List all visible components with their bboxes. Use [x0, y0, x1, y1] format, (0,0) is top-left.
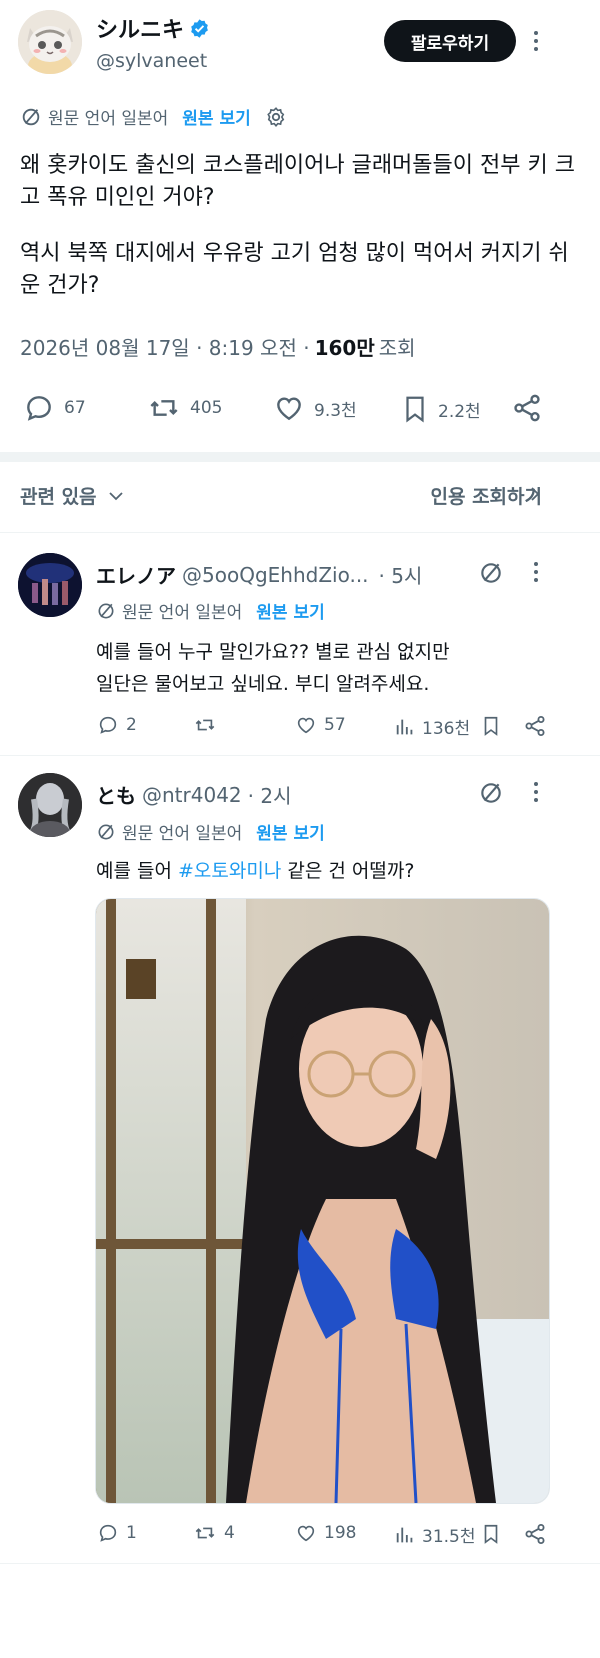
- section-divider: [0, 532, 600, 533]
- post-timestamp[interactable]: 2026년 08월 17일 · 8:19 오전 ·: [20, 332, 310, 361]
- verified-badge-icon: [189, 18, 210, 39]
- reply-icon: [96, 1522, 120, 1544]
- reply-text-line-1: 예를 들어 누구 말인가요?? 별로 관심 없지만: [96, 641, 450, 663]
- view-original-link[interactable]: 원본 보기: [182, 104, 250, 129]
- related-label: 관련 있음: [20, 486, 97, 508]
- repost-button[interactable]: 4: [192, 1522, 235, 1544]
- views-button[interactable]: 31.5천: [394, 1522, 476, 1547]
- reply-divider: [0, 1563, 600, 1564]
- author-name[interactable]: シルニキ: [96, 12, 184, 44]
- reply-text-line-2: 일단은 물어보고 싶네요. 부디 알려주세요.: [96, 673, 430, 695]
- post-paragraph-2: 역시 북쪽 대지에서 우유랑 고기 엄청 많이 먹어서 커지기 쉬운 건가?: [20, 241, 569, 298]
- repost-button[interactable]: 405: [146, 392, 222, 424]
- chevron-down-icon: [107, 487, 125, 505]
- bar-chart-icon: [394, 1524, 416, 1546]
- views-label: 조회: [378, 336, 416, 360]
- more-options-icon[interactable]: [527, 780, 545, 804]
- bookmark-icon[interactable]: [480, 1522, 502, 1546]
- reply-time[interactable]: · 5시: [379, 560, 423, 589]
- reply-count: 2: [126, 715, 137, 735]
- translate-note: 원문 언어 일본어: [122, 824, 243, 844]
- translate-icon[interactable]: [478, 560, 504, 586]
- reply-text-end: 같은 건 어떨까?: [281, 860, 415, 882]
- views-count: 136천: [422, 719, 471, 739]
- bookmark-icon[interactable]: [480, 714, 502, 738]
- bar-chart-icon: [394, 716, 416, 738]
- heart-icon: [294, 714, 318, 736]
- reply-author-handle[interactable]: @ntr4042: [142, 783, 242, 807]
- like-button[interactable]: 9.3천: [272, 392, 357, 424]
- reply-avatar[interactable]: [18, 553, 82, 617]
- reply-author-name[interactable]: とも: [96, 780, 136, 809]
- share-icon[interactable]: [523, 714, 547, 738]
- hashtag-link[interactable]: #오토와미나: [178, 860, 281, 882]
- reply-count: 1: [126, 1523, 137, 1543]
- more-options-icon[interactable]: [527, 28, 545, 54]
- heart-icon: [294, 1522, 318, 1544]
- repost-count: 4: [224, 1523, 235, 1543]
- reply-icon: [22, 392, 56, 424]
- translate-icon[interactable]: [478, 780, 504, 806]
- gear-icon[interactable]: [265, 106, 287, 128]
- bookmark-icon: [400, 392, 430, 426]
- follow-button[interactable]: 팔로우하기: [384, 20, 516, 62]
- reply-time[interactable]: · 2시: [248, 780, 292, 809]
- reply-button[interactable]: 1: [96, 1522, 137, 1544]
- repost-button[interactable]: [192, 714, 218, 736]
- post-text: 왜 홋카이도 출신의 코스플레이어나 글래머돌들이 전부 키 크고 폭유 미인인…: [20, 150, 580, 302]
- author-handle[interactable]: @sylvaneet: [96, 50, 207, 72]
- reply-author-name[interactable]: エレノア: [96, 560, 176, 589]
- reply-text: 예를 들어 #오토와미나 같은 건 어떨까?: [96, 856, 414, 886]
- reply-divider: [0, 755, 600, 756]
- reply-text-start: 예를 들어: [96, 860, 178, 882]
- reply-count: 67: [64, 398, 86, 418]
- reply-icon: [96, 714, 120, 736]
- like-count: 9.3천: [314, 400, 357, 421]
- photo-image: [96, 899, 549, 1503]
- reply-button[interactable]: 67: [22, 392, 86, 424]
- reply-author-handle[interactable]: @5ooQgEhhdZio...: [182, 563, 369, 587]
- bookmark-count: 2.2천: [438, 401, 481, 422]
- view-original-link[interactable]: 원본 보기: [256, 819, 324, 844]
- section-divider: [0, 452, 600, 462]
- concert-avatar-icon: [18, 553, 82, 617]
- chevron-right-icon[interactable]: [526, 484, 544, 504]
- translate-note: 원문 언어 일본어: [122, 603, 243, 623]
- bookmark-button[interactable]: 2.2천: [400, 392, 481, 426]
- translate-icon: [96, 822, 116, 842]
- cat-avatar-icon: [18, 10, 82, 74]
- heart-icon: [272, 392, 306, 424]
- views-count: 31.5천: [422, 1527, 476, 1547]
- reply-text: 예를 들어 누구 말인가요?? 별로 관심 없지만 일단은 물어보고 싶네요. …: [96, 636, 576, 700]
- more-options-icon[interactable]: [527, 560, 545, 584]
- share-icon[interactable]: [523, 1522, 547, 1546]
- repost-icon: [192, 714, 218, 736]
- like-count: 57: [324, 715, 346, 735]
- like-count: 198: [324, 1523, 357, 1543]
- like-button[interactable]: 198: [294, 1522, 356, 1544]
- figure-avatar-icon: [18, 773, 82, 837]
- reply-button[interactable]: 2: [96, 714, 137, 736]
- translate-icon: [20, 106, 42, 128]
- repost-count: 405: [190, 398, 223, 418]
- post-paragraph-1: 왜 홋카이도 출신의 코스플레이어나 글래머돌들이 전부 키 크고 폭유 미인인…: [20, 153, 575, 210]
- view-original-link[interactable]: 원본 보기: [256, 598, 324, 623]
- views-button[interactable]: 136천: [394, 714, 470, 739]
- reply-avatar[interactable]: [18, 773, 82, 837]
- views-count: 160만: [314, 336, 375, 360]
- share-icon[interactable]: [510, 392, 544, 424]
- repost-icon: [146, 392, 182, 424]
- repost-icon: [192, 1522, 218, 1544]
- attached-photo[interactable]: [95, 898, 550, 1504]
- related-dropdown[interactable]: 관련 있음: [20, 482, 125, 509]
- translate-note: 원문 언어 일본어: [48, 109, 169, 129]
- author-avatar[interactable]: [18, 10, 82, 74]
- like-button[interactable]: 57: [294, 714, 346, 736]
- translate-icon: [96, 601, 116, 621]
